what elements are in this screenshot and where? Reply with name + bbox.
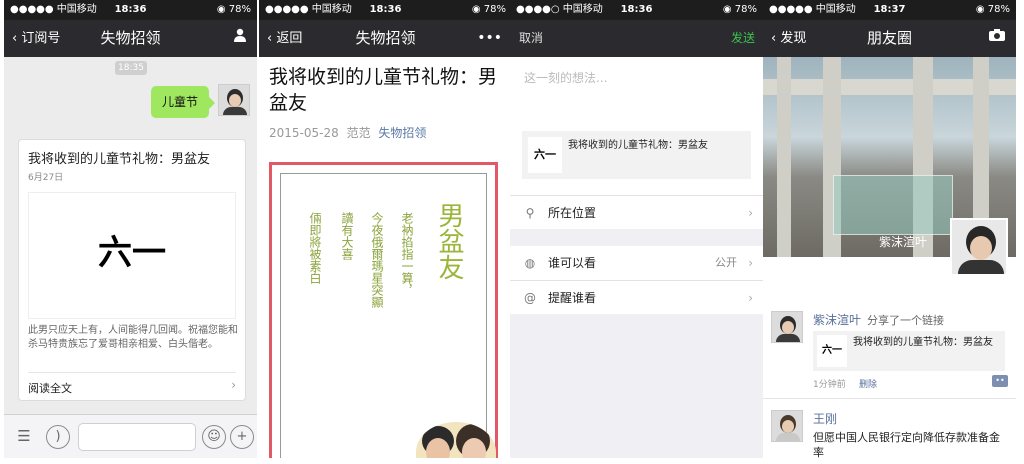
page-title: 失物招领 (355, 29, 416, 47)
link-title: 我将收到的儿童节礼物：男盆友 (568, 140, 708, 151)
link-title: 我将收到的儿童节礼物：男盆友 (853, 337, 993, 348)
battery: ◉ 78% (722, 4, 757, 15)
article-date: 2015-05-28 (269, 126, 339, 140)
post-author-name: 紫沫渲叶 (813, 313, 862, 327)
chevron-right-icon: › (748, 206, 753, 220)
card-description: 此男只应天上有，人间能得几回闻。祝福您能和杀马特贵族忘了爱哥相亲相爱、白头偕老。 (28, 325, 238, 350)
menu-icon[interactable]: ☰ (12, 425, 36, 449)
chevron-right-icon: › (231, 378, 236, 392)
visibility-label: 谁可以看 (548, 256, 597, 270)
battery: ◉ 78% (471, 4, 506, 15)
link-thumbnail: 六一 (817, 335, 847, 367)
compose-screen: ●●●●○ 中国移动 18:36 ◉ 78% 取消 发送 这一刻的想法... 六… (510, 0, 763, 458)
voice-icon[interactable]: ) (46, 425, 70, 449)
visibility-row[interactable]: ◍ 谁可以看 公开 › (510, 246, 763, 280)
post-action: 分享了一个链接 (867, 314, 945, 327)
input-bar: ☰ ) ☺ + (4, 414, 257, 458)
moments-screen: ●●●●● 中国移动 18:37 ◉ 78% ‹ 发现 朋友圈 紫沫渲叶 紫沫渲… (763, 0, 1016, 458)
post-author[interactable]: 紫沫渲叶 分享了一个链接 (813, 311, 944, 328)
at-icon: @ (524, 291, 536, 305)
emoji-icon[interactable]: ☺ (202, 425, 226, 449)
time-chip: 18:35 (115, 61, 147, 75)
page-title: 失物招领 (100, 29, 161, 47)
location-row[interactable]: ⚲ 所在位置 › (510, 195, 763, 229)
article-meta: 2015-05-28 范范 失物招领 (269, 124, 426, 141)
more-icon[interactable]: ••• (477, 20, 502, 57)
message-input[interactable] (78, 423, 196, 451)
page-title: 朋友圈 (866, 29, 912, 47)
message-bubble[interactable]: 儿童节 (151, 86, 215, 118)
screenshot-collage: ●●●●● 中国移动 18:36 ◉ 78% ‹ 订阅号 失物招领 18:35 … (0, 0, 1024, 464)
nav-bar: ‹ 返回 失物招领 ••• (259, 20, 512, 57)
location-label: 所在位置 (548, 206, 597, 220)
cover-username: 紫沫渲叶 (879, 235, 928, 249)
card-title: 我将收到的儿童节礼物：男盆友 (28, 152, 211, 167)
link-thumbnail: 六一 (528, 137, 562, 173)
globe-icon: ◍ (524, 256, 536, 270)
visibility-value: 公开 (715, 256, 737, 269)
status-bar: ●●●●○ 中国移动 18:36 ◉ 78% (510, 0, 763, 20)
status-bar: ●●●●● 中国移动 18:37 ◉ 78% (763, 0, 1016, 20)
chevron-right-icon: › (748, 291, 753, 305)
shared-link-preview: 六一 我将收到的儿童节礼物：男盆友 (522, 131, 751, 179)
avatar[interactable] (771, 311, 803, 343)
status-bar: ●●●●● 中国移动 18:36 ◉ 78% (4, 0, 257, 20)
article-screen: ●●●●● 中国移动 18:36 ◉ 78% ‹ 返回 失物招领 ••• 我将收… (259, 0, 512, 458)
shared-link[interactable]: 六一 我将收到的儿童节礼物：男盆友 (813, 331, 1005, 371)
profile-icon[interactable] (233, 20, 247, 57)
camera-icon[interactable] (988, 20, 1006, 57)
poster-line-4: 倆即將被素白 (308, 212, 322, 284)
plus-icon[interactable]: + (230, 425, 254, 449)
divider (28, 372, 236, 373)
account-link[interactable]: 失物招领 (378, 126, 426, 140)
comment-icon[interactable]: •• (992, 375, 1008, 387)
nav-bar: ‹ 发现 朋友圈 (763, 20, 1016, 57)
read-all-link[interactable]: 阅读全文 (28, 380, 72, 396)
location-pin-icon: ⚲ (525, 206, 535, 220)
post-time: 1分钟前 (813, 380, 846, 390)
article-card[interactable]: 我将收到的儿童节礼物：男盆友 6月27日 六一 此男只应天上有，人间能得几回闻。… (18, 139, 246, 401)
poster-image: 男盆友 老衲掐指一算， 今夜俄爾瑪星突顯 讀有大喜 倆即將被素白 (269, 162, 498, 458)
cancel-button[interactable]: 取消 (519, 20, 543, 57)
couple-photo (416, 422, 496, 458)
poster-headline: 男盆友 (434, 202, 464, 280)
thoughts-input[interactable]: 这一刻的想法... (524, 69, 607, 86)
divider (763, 398, 1016, 399)
compose-toolbar: 取消 发送 (510, 20, 763, 57)
battery: ◉ 78% (975, 4, 1010, 15)
post-text: 但愿中国人民银行定向降低存款准备金率 (813, 431, 1000, 458)
battery: ◉ 78% (216, 4, 251, 15)
poster-line-2: 今夜俄爾瑪星突顯 (370, 212, 384, 308)
article-headline: 我将收到的儿童节礼物：男盆友 (269, 66, 498, 114)
poster-line-3: 讀有大喜 (340, 212, 354, 260)
remind-row[interactable]: @ 提醒谁看 › (510, 280, 763, 314)
delete-link[interactable]: 删除 (859, 377, 877, 390)
nav-bar: ‹ 订阅号 失物招领 (4, 20, 257, 57)
status-bar: ●●●●● 中国移动 18:36 ◉ 78% (259, 0, 512, 20)
post-author-name[interactable]: 王刚 (813, 410, 837, 427)
card-cover: 六一 (28, 192, 236, 319)
chevron-right-icon: › (748, 256, 753, 270)
avatar[interactable] (218, 84, 250, 116)
chat-screen: ●●●●● 中国移动 18:36 ◉ 78% ‹ 订阅号 失物招领 18:35 … (4, 0, 257, 458)
card-date: 6月27日 (28, 173, 64, 183)
avatar[interactable] (771, 410, 803, 442)
moment-post: 王刚 但愿中国人民银行定向降低存款准备金率 (763, 410, 1016, 458)
moment-post: 紫沫渲叶 分享了一个链接 六一 我将收到的儿童节礼物：男盆友 1分钟前 删除 •• (763, 311, 1016, 391)
article-author: 范范 (346, 126, 371, 140)
profile-avatar[interactable] (950, 218, 1008, 276)
poster-line-1: 老衲掐指一算， (400, 212, 414, 296)
remind-label: 提醒谁看 (548, 291, 597, 305)
send-button[interactable]: 发送 (731, 20, 755, 57)
